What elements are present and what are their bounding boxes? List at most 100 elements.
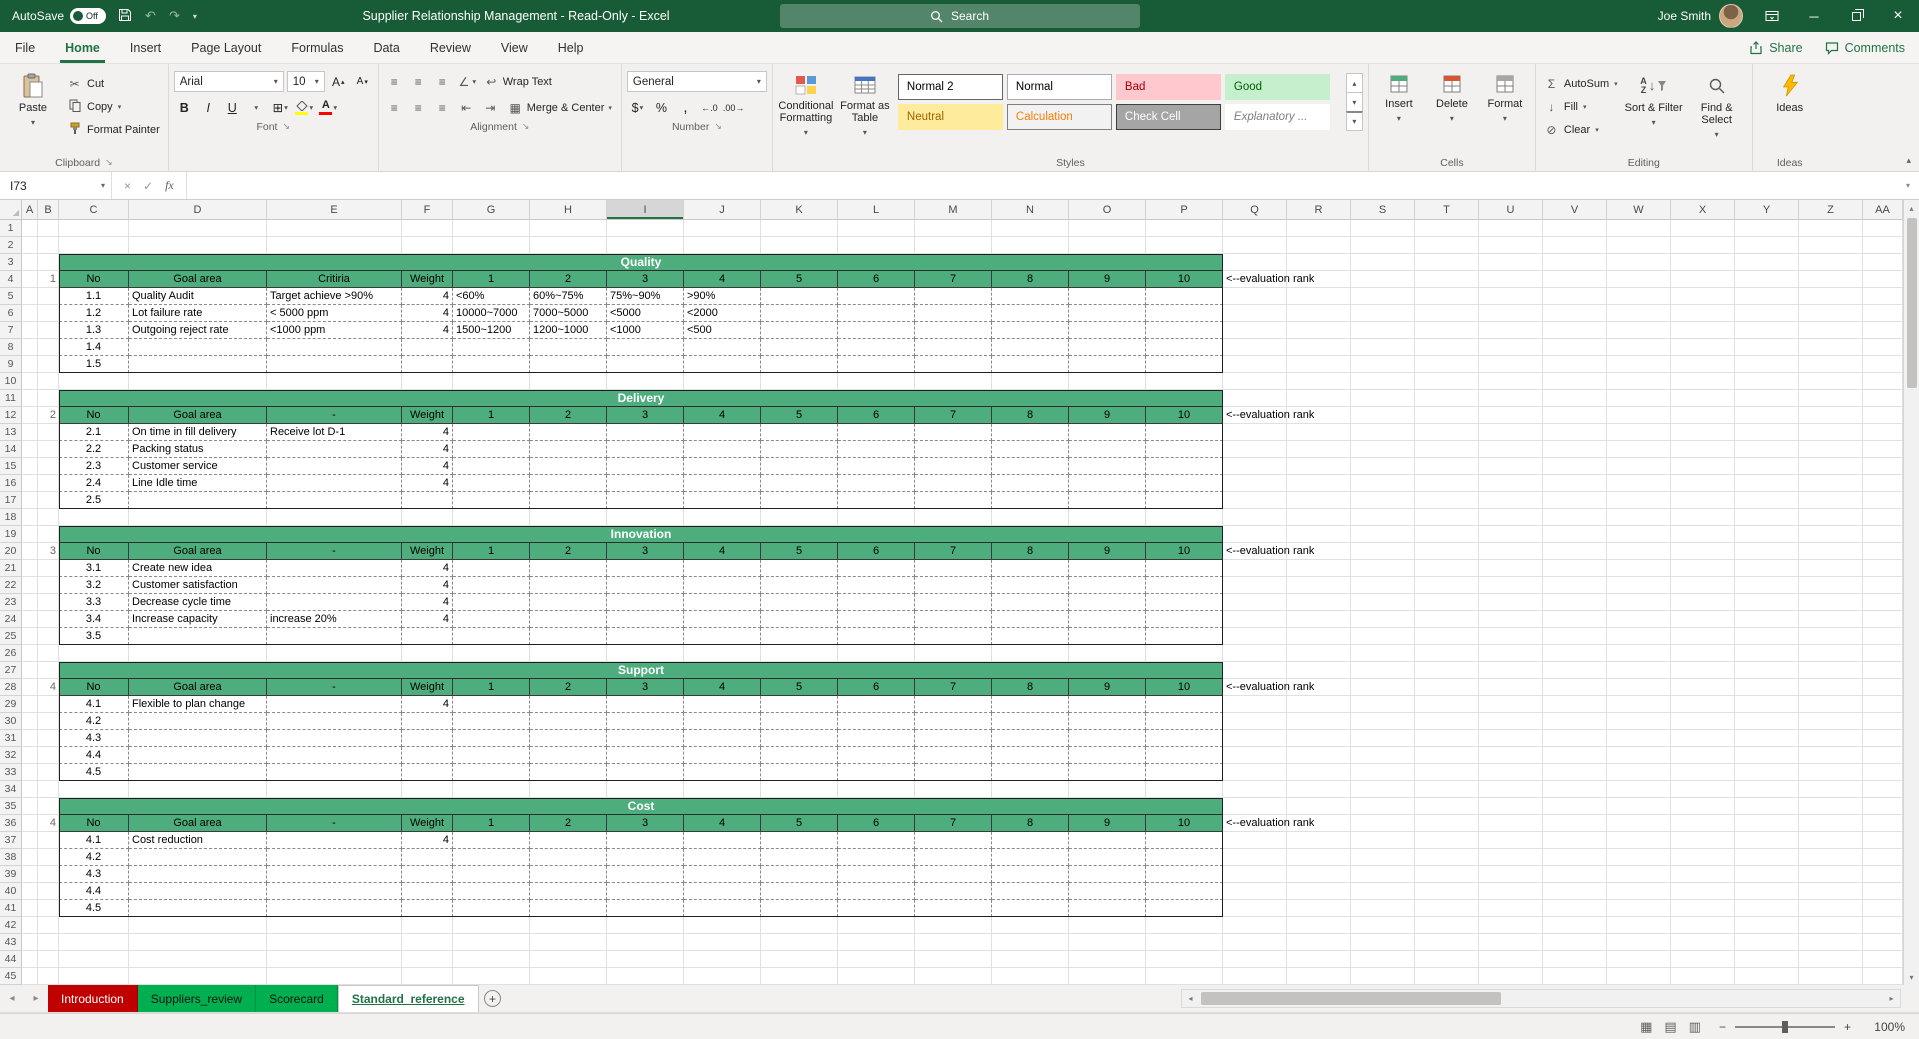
- table-cell[interactable]: [1146, 594, 1223, 611]
- table-cell[interactable]: [838, 322, 915, 339]
- table-cell[interactable]: [1146, 730, 1223, 747]
- align-bottom-button[interactable]: ≡: [432, 71, 453, 92]
- undo-icon[interactable]: ↶: [145, 8, 156, 24]
- table-cell[interactable]: [1069, 628, 1146, 645]
- table-header-cell[interactable]: 1: [453, 407, 530, 424]
- row-header-37[interactable]: 37: [0, 832, 22, 849]
- table-cell[interactable]: [838, 560, 915, 577]
- table-cell[interactable]: [530, 900, 607, 917]
- scroll-down-icon[interactable]: ▾: [1904, 969, 1919, 985]
- table-cell[interactable]: [684, 492, 761, 509]
- table-cell[interactable]: Target achieve >90%: [267, 288, 402, 305]
- table-cell[interactable]: [267, 356, 402, 373]
- table-cell[interactable]: [453, 730, 530, 747]
- table-cell[interactable]: [684, 475, 761, 492]
- table-cell[interactable]: [992, 764, 1069, 781]
- table-cell[interactable]: 4.1: [59, 832, 129, 849]
- table-header-cell[interactable]: No: [59, 271, 129, 288]
- table-cell[interactable]: [992, 713, 1069, 730]
- ideas-button[interactable]: Ideas: [1758, 66, 1822, 148]
- column-header-R[interactable]: R: [1287, 200, 1351, 220]
- table-cell[interactable]: [530, 747, 607, 764]
- cancel-icon[interactable]: ×: [124, 179, 131, 193]
- table-header-cell[interactable]: 1: [453, 543, 530, 560]
- qat-customize-icon[interactable]: ▾: [193, 12, 197, 21]
- table-cell[interactable]: Line Idle time: [129, 475, 267, 492]
- table-cell[interactable]: [915, 560, 992, 577]
- column-header-M[interactable]: M: [915, 200, 992, 220]
- table-cell[interactable]: [915, 288, 992, 305]
- table-cell[interactable]: [530, 424, 607, 441]
- table-cell[interactable]: [402, 747, 453, 764]
- table-cell[interactable]: 4: [402, 611, 453, 628]
- table-cell[interactable]: [684, 713, 761, 730]
- table-cell[interactable]: increase 20%: [267, 611, 402, 628]
- row-header-4[interactable]: 4: [0, 271, 22, 288]
- table-cell[interactable]: Receive lot D-1: [267, 424, 402, 441]
- table-cell[interactable]: [129, 356, 267, 373]
- orientation-button[interactable]: ∠ ▾: [456, 71, 477, 92]
- cell-style-normal[interactable]: Normal: [1006, 74, 1112, 100]
- close-button[interactable]: ×: [1877, 0, 1919, 32]
- table-cell[interactable]: [267, 492, 402, 509]
- column-header-Y[interactable]: Y: [1735, 200, 1799, 220]
- table-cell[interactable]: [129, 339, 267, 356]
- table-cell[interactable]: [1069, 577, 1146, 594]
- table-cell[interactable]: 3.1: [59, 560, 129, 577]
- formula-input[interactable]: [187, 172, 1897, 199]
- table-cell[interactable]: [267, 339, 402, 356]
- table-cell[interactable]: [453, 628, 530, 645]
- table-cell[interactable]: [607, 764, 684, 781]
- table-cell[interactable]: [607, 424, 684, 441]
- table-cell[interactable]: [992, 747, 1069, 764]
- vertical-scroll-thumb[interactable]: [1906, 218, 1917, 388]
- table-cell[interactable]: [761, 475, 838, 492]
- table-cell[interactable]: [684, 560, 761, 577]
- table-header-cell[interactable]: 7: [915, 407, 992, 424]
- table-header-cell[interactable]: -: [267, 679, 402, 696]
- align-right-button[interactable]: ≡: [432, 97, 453, 118]
- table-cell[interactable]: [1069, 747, 1146, 764]
- table-header-cell[interactable]: 9: [1069, 271, 1146, 288]
- page-break-view-icon[interactable]: ▥: [1689, 1019, 1701, 1035]
- table-cell[interactable]: [1146, 696, 1223, 713]
- table-cell[interactable]: 10000~7000: [453, 305, 530, 322]
- row-header-17[interactable]: 17: [0, 492, 22, 509]
- table-cell[interactable]: [684, 424, 761, 441]
- fill-color-button[interactable]: ▾: [294, 97, 315, 118]
- decrease-font-button[interactable]: A ▾: [352, 71, 373, 92]
- table-cell[interactable]: [838, 594, 915, 611]
- format-painter-button[interactable]: Format Painter: [64, 120, 163, 139]
- table-cell[interactable]: [684, 696, 761, 713]
- table-header-cell[interactable]: Weight: [402, 271, 453, 288]
- table-cell[interactable]: [838, 730, 915, 747]
- table-cell[interactable]: [992, 900, 1069, 917]
- table-cell[interactable]: [838, 764, 915, 781]
- table-cell[interactable]: [607, 747, 684, 764]
- table-cell[interactable]: [530, 577, 607, 594]
- ribbon-tab-formulas[interactable]: Formulas: [276, 32, 358, 63]
- table-cell[interactable]: [761, 611, 838, 628]
- table-cell[interactable]: [761, 628, 838, 645]
- table-cell[interactable]: [915, 492, 992, 509]
- table-cell[interactable]: 4: [402, 594, 453, 611]
- number-format-select[interactable]: General ▾: [626, 71, 767, 92]
- row-header-7[interactable]: 7: [0, 322, 22, 339]
- table-header-cell[interactable]: 1: [453, 271, 530, 288]
- table-cell[interactable]: [267, 696, 402, 713]
- clear-button[interactable]: ⊘ Clear ▾: [1541, 120, 1621, 139]
- table-cell[interactable]: [530, 560, 607, 577]
- table-cell[interactable]: [607, 475, 684, 492]
- row-header-6[interactable]: 6: [0, 305, 22, 322]
- table-cell[interactable]: [607, 611, 684, 628]
- table-cell[interactable]: [992, 866, 1069, 883]
- table-cell[interactable]: [992, 628, 1069, 645]
- row-header-27[interactable]: 27: [0, 662, 22, 679]
- table-cell[interactable]: [453, 900, 530, 917]
- table-cell[interactable]: [530, 339, 607, 356]
- table-cell[interactable]: [453, 577, 530, 594]
- table-cell[interactable]: [1146, 458, 1223, 475]
- table-cell[interactable]: [267, 458, 402, 475]
- table-cell[interactable]: [761, 441, 838, 458]
- table-cell[interactable]: [838, 577, 915, 594]
